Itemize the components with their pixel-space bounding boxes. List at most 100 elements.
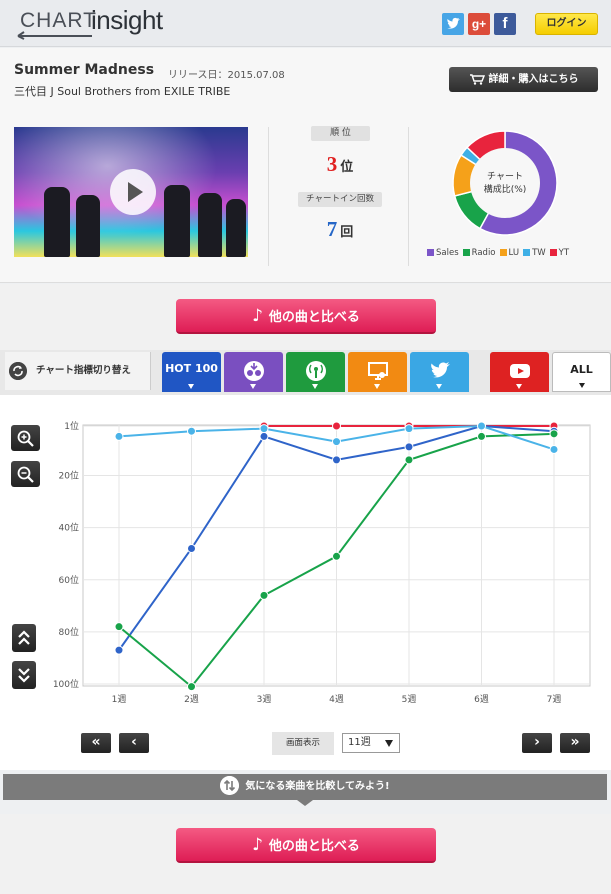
compare-songs-button[interactable]: ♪ 他の曲と比べる: [176, 299, 436, 334]
refresh-icon: [9, 362, 27, 380]
donut-hole: [470, 148, 540, 218]
music-note-icon: ♪: [252, 306, 263, 326]
video-thumbnail[interactable]: [14, 127, 248, 257]
data-point-twitter[interactable]: [404, 424, 414, 434]
rank-label: 順 位: [311, 126, 370, 141]
chart-index-switch-label: チャート指標切り替え: [36, 365, 131, 376]
data-point-youtube[interactable]: [332, 421, 341, 431]
y-tick-label: 20位: [59, 470, 79, 482]
thumbnail-figure: [226, 199, 246, 257]
legend-swatch: [427, 249, 434, 256]
hint-pointer: [297, 800, 313, 806]
data-point-hot100[interactable]: [187, 543, 196, 553]
tab-dropdown-arrow: [579, 383, 585, 388]
facebook-share-button[interactable]: f: [494, 13, 516, 35]
data-point-twitter[interactable]: [332, 437, 341, 447]
data-point-radio[interactable]: [332, 551, 341, 561]
rank-value: 3位: [298, 152, 382, 177]
google-plus-share-button[interactable]: g+: [468, 13, 490, 35]
x-tick-label: 4週: [329, 694, 344, 705]
song-title: Summer Madness: [14, 62, 155, 78]
legend-item-yt: YT: [549, 248, 570, 258]
x-tick-label: 6週: [474, 694, 489, 705]
data-point-radio[interactable]: [259, 590, 269, 600]
tab-all-label: ALL: [570, 363, 593, 376]
tab-all[interactable]: ALL: [552, 352, 611, 392]
sales-icon: [244, 361, 264, 381]
y-tick-label: 1位: [64, 420, 79, 432]
rank-unit: 位: [340, 160, 354, 175]
tab-twitter[interactable]: [410, 352, 469, 392]
x-tick-label: 3週: [257, 694, 272, 705]
prev-page-button[interactable]: ‹: [119, 733, 149, 753]
data-point-twitter[interactable]: [114, 431, 124, 441]
compare-section-bottom: ♪ 他の曲と比べる: [0, 814, 611, 894]
tab-dropdown-arrow: [516, 384, 522, 389]
data-point-hot100[interactable]: [114, 645, 124, 655]
tab-hot100-label: HOT 100: [165, 362, 218, 375]
divider: [268, 127, 269, 266]
data-point-radio[interactable]: [549, 429, 559, 439]
legend-label: Sales: [436, 248, 459, 258]
detail-purchase-button[interactable]: 詳細・購入はこちら: [449, 67, 598, 92]
data-point-hot100[interactable]: [332, 455, 341, 465]
y-tick-label: 80位: [59, 626, 79, 638]
data-point-twitter[interactable]: [549, 444, 559, 454]
compare-songs-label: 他の曲と比べる: [268, 839, 360, 854]
rank-line-chart: 1位 20位 40位 60位 80位 100位 1週 2週 3週 4週 5週 6週 7週: [53, 420, 591, 705]
last-page-button[interactable]: »: [560, 733, 590, 753]
legend-swatch: [499, 249, 507, 256]
display-range-select[interactable]: 11週: [342, 733, 400, 753]
data-point-hot100[interactable]: [404, 442, 414, 452]
release-date: リリース日：2015.07.08: [168, 70, 285, 81]
logo-arrow-icon: [17, 31, 92, 40]
next-page-button[interactable]: ›: [522, 733, 552, 753]
legend-swatch: [549, 249, 557, 256]
chartin-number: 7: [326, 217, 338, 241]
x-tick-label: 7週: [547, 694, 562, 705]
x-tick-label: 5週: [402, 694, 417, 705]
tab-lookup[interactable]: [348, 352, 407, 392]
first-page-button[interactable]: «: [81, 733, 111, 753]
header: CHART insight g+ f ログイン: [0, 0, 611, 47]
music-note-icon: ♪: [252, 835, 263, 855]
data-point-radio[interactable]: [477, 431, 486, 441]
data-point-twitter[interactable]: [477, 421, 486, 431]
login-button[interactable]: ログイン: [535, 13, 598, 35]
tab-dropdown-arrow: [374, 384, 380, 389]
data-point-radio[interactable]: [114, 622, 124, 632]
rank-number: 3: [326, 152, 338, 176]
data-point-twitter[interactable]: [187, 426, 196, 436]
play-video-icon[interactable]: [110, 169, 156, 215]
youtube-icon: [510, 364, 530, 378]
data-point-radio[interactable]: [404, 455, 414, 465]
artist-name[interactable]: 三代目 J Soul Brothers from EXILE TRIBE: [14, 83, 230, 99]
display-range-value: 11週: [348, 737, 371, 748]
tab-radio[interactable]: [286, 352, 345, 392]
data-point-twitter[interactable]: [259, 424, 269, 434]
tab-hot100[interactable]: HOT 100: [162, 352, 221, 392]
chart-index-tabs: チャート指標切り替え HOT 100 ALL: [0, 350, 611, 395]
chartin-count-label: チャートイン回数: [298, 192, 382, 207]
song-panel: Summer Madness リリース日：2015.07.08 三代目 J So…: [0, 48, 611, 283]
detail-purchase-label: 詳細・購入はこちら: [488, 74, 579, 85]
twitter-share-button[interactable]: [442, 13, 464, 35]
chart-index-switch[interactable]: チャート指標切り替え: [5, 352, 151, 390]
thumbnail-figure: [164, 185, 190, 257]
tab-youtube[interactable]: [490, 352, 549, 392]
y-tick-label: 40位: [59, 522, 79, 534]
compare-songs-button[interactable]: ♪ 他の曲と比べる: [176, 828, 436, 863]
pc-lookup-icon: [368, 362, 388, 380]
thumbnail-figure: [198, 193, 222, 257]
tab-sales[interactable]: [224, 352, 283, 392]
x-tick-label: 1週: [112, 694, 127, 705]
legend-label: YT: [558, 248, 570, 258]
legend-label: TW: [532, 248, 546, 258]
legend-label: Radio: [471, 248, 496, 258]
data-point-radio[interactable]: [187, 682, 196, 692]
logo-insight-text: insight: [91, 5, 163, 35]
google-plus-icon: g+: [471, 17, 487, 31]
data-point-hot100[interactable]: [259, 431, 269, 441]
donut-center-line2: 構成比(%): [484, 183, 527, 195]
y-tick-label: 60位: [59, 574, 79, 586]
